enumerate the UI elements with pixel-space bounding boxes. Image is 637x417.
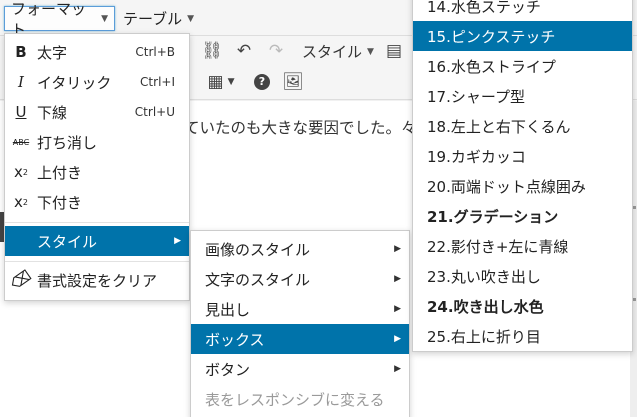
layout-icon[interactable]: ▤ [382, 39, 406, 63]
undo-icon[interactable]: ↶ [232, 39, 256, 63]
menu-item-italic[interactable]: I イタリック Ctrl+I [5, 67, 189, 97]
underline-icon: U [15, 103, 27, 121]
eraser-icon: ⌫ [7, 266, 35, 294]
style-dropdown-label: スタイル [302, 43, 363, 61]
menu-divider [5, 222, 189, 223]
submenu-item-button[interactable]: ボタン ▶ [191, 354, 409, 384]
submenu-item-responsive-table: 表をレスポンシブに変える [205, 390, 385, 409]
submenu-item-image-style[interactable]: 画像のスタイル ▶ [191, 234, 409, 264]
format-menu-button[interactable]: フォーマット ▼ [4, 0, 115, 39]
chevron-right-icon: ▶ [394, 364, 401, 374]
box-style-item[interactable]: 15.ピンクステッチ [413, 21, 632, 51]
chevron-right-icon: ▶ [394, 244, 401, 254]
box-style-item[interactable]: 19.カギカッコ [413, 141, 632, 171]
box-style-item[interactable]: 20.両端ドット点線囲み [413, 171, 632, 201]
bold-icon: B [15, 43, 27, 61]
chevron-right-icon: ▶ [394, 334, 401, 344]
box-style-item[interactable]: 25.右上に折り目 [413, 321, 632, 351]
menu-item-superscript[interactable]: x2 上付き [5, 157, 189, 187]
submenu-item-box[interactable]: ボックス ▶ [191, 324, 409, 354]
submenu-item-text-style[interactable]: 文字のスタイル ▶ [191, 264, 409, 294]
submenu-item-headings[interactable]: 見出し ▶ [191, 294, 409, 324]
redo-icon[interactable]: ↷ [264, 39, 288, 63]
box-style-item[interactable]: 24.吹き出し水色 [413, 291, 632, 321]
chevron-down-icon: ▼ [187, 13, 195, 24]
menu-item-styles[interactable]: スタイル ▶ [5, 226, 189, 256]
box-style-item[interactable]: 16.水色ストライプ [413, 51, 632, 81]
editor-body-text: ていたのも大きな要因でした。々 [184, 119, 417, 137]
subscript-icon: x2 [14, 193, 28, 211]
styles-submenu: 画像のスタイル ▶ 文字のスタイル ▶ 見出し ▶ ボックス ▶ ボタン ▶ 表… [190, 230, 410, 417]
menu-item-underline[interactable]: U 下線 Ctrl+U [5, 97, 189, 127]
image-icon[interactable]: 🖼 [281, 70, 305, 94]
chevron-right-icon: ▶ [174, 236, 181, 246]
menu-divider [5, 261, 189, 262]
box-style-item[interactable]: 14.水色ステッチ [413, 0, 632, 21]
box-style-item[interactable]: 22.影付き+左に青線 [413, 231, 632, 261]
menu-item-bold[interactable]: B 太字 Ctrl+B [5, 37, 189, 67]
format-dropdown-menu: B 太字 Ctrl+B I イタリック Ctrl+I U 下線 Ctrl+U A… [4, 33, 190, 301]
box-styles-submenu: 14.水色ステッチ 15.ピンクステッチ 16.水色ストライプ 17.シャープ型… [412, 0, 633, 352]
box-style-item[interactable]: 21.グラデーション [413, 201, 632, 231]
table-insert-icon[interactable]: ▦ ▼ [202, 70, 240, 94]
table-menu-button[interactable]: テーブル ▼ [117, 6, 200, 31]
strikethrough-icon: ABC [12, 137, 30, 147]
style-dropdown[interactable]: スタイル ▼ [302, 41, 374, 62]
help-icon[interactable]: ? [250, 70, 274, 94]
box-style-item[interactable]: 23.丸い吹き出し [413, 261, 632, 291]
chevron-down-icon: ▼ [101, 13, 108, 24]
chevron-right-icon: ▶ [394, 274, 401, 284]
table-menu-label: テーブル [123, 10, 183, 28]
box-style-item[interactable]: 17.シャープ型 [413, 81, 632, 111]
chevron-down-icon: ▼ [367, 46, 374, 57]
unlink-icon[interactable]: ⛓ [200, 39, 224, 63]
chevron-right-icon: ▶ [394, 304, 401, 314]
italic-icon: I [18, 73, 24, 91]
superscript-icon: x2 [14, 163, 28, 181]
menu-item-subscript[interactable]: x2 下付き [5, 187, 189, 217]
box-style-item[interactable]: 18.左上と右下くるん [413, 111, 632, 141]
menu-item-strikethrough[interactable]: ABC 打ち消し [5, 127, 189, 157]
menu-item-clear-formatting[interactable]: ⌫ 書式設定をクリア [5, 265, 189, 295]
